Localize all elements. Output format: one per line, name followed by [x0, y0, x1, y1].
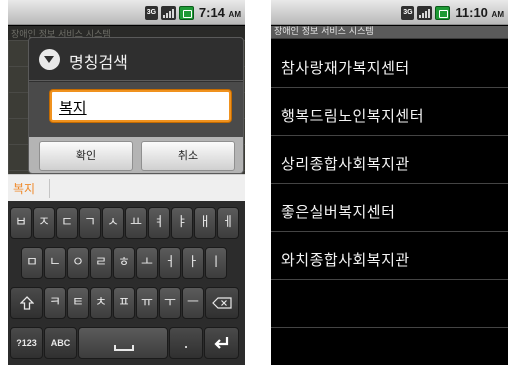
- enter-key[interactable]: [204, 327, 239, 359]
- key-row1[interactable]: ㅑ: [171, 207, 193, 239]
- status-bar: 3G 11:10 AM: [271, 0, 508, 25]
- key-row1[interactable]: ㅕ: [148, 207, 170, 239]
- results-screen: 3G 11:10 AM 장애인 정보 서비스 시스템 참사랑재가복지센터 행복드…: [271, 0, 508, 365]
- key-row1[interactable]: ㅔ: [217, 207, 239, 239]
- key-row2[interactable]: ㄴ: [44, 247, 66, 279]
- space-bar-icon: [114, 349, 134, 351]
- key-row1[interactable]: ㅈ: [33, 207, 55, 239]
- enter-arrow-icon: [213, 337, 228, 349]
- key-row2[interactable]: ㅁ: [21, 247, 43, 279]
- app-title: 장애인 정보 서비스 시스템: [274, 27, 374, 37]
- status-bar: 3G 7:14 AM: [8, 0, 245, 25]
- key-row1[interactable]: ㄱ: [79, 207, 101, 239]
- search-dialog: 명칭검색 복지 확인 취소: [28, 37, 244, 174]
- suggestion-word[interactable]: 복지: [13, 180, 35, 197]
- shift-key[interactable]: [10, 287, 43, 319]
- dialog-body: 복지 확인 취소: [29, 82, 243, 173]
- battery-icon: [178, 5, 194, 20]
- status-clock: 7:14 AM: [198, 5, 241, 20]
- soft-keyboard: ㅂ ㅈ ㄷ ㄱ ㅅ ㅛ ㅕ ㅑ ㅐ ㅔ ㅁ ㄴ ㅇ ㄹ ㅎ ㅗ ㅓ ㅏ ㅣ ㅋ …: [8, 201, 245, 365]
- list-item[interactable]: 참사랑재가복지센터: [271, 40, 508, 88]
- list-item[interactable]: 상리종합사회복지관: [271, 136, 508, 184]
- signal-icon: [160, 5, 176, 20]
- period-key[interactable]: .: [169, 327, 203, 359]
- key-row3[interactable]: ㅊ: [90, 287, 112, 319]
- 3g-icon: 3G: [144, 5, 158, 20]
- suggestion-strip: 복지: [8, 174, 245, 201]
- list-item[interactable]: 좋은실버복지센터: [271, 184, 508, 232]
- key-row2[interactable]: ㅓ: [159, 247, 181, 279]
- search-input[interactable]: 복지: [50, 90, 231, 122]
- key-row1[interactable]: ㅛ: [125, 207, 147, 239]
- key-row2[interactable]: ㅗ: [136, 247, 158, 279]
- 3g-icon: 3G: [401, 5, 415, 20]
- app-title-bar: 장애인 정보 서비스 시스템: [271, 26, 508, 39]
- search-input-value: 복지: [59, 99, 87, 117]
- backspace-key[interactable]: [205, 287, 239, 319]
- numeric-mode-key[interactable]: ?123: [10, 327, 43, 359]
- cancel-button[interactable]: 취소: [141, 141, 235, 171]
- empty-list-row: [271, 280, 508, 328]
- status-clock: 11:10 AM: [455, 5, 504, 20]
- key-row2[interactable]: ㄹ: [90, 247, 112, 279]
- key-row1[interactable]: ㅅ: [102, 207, 124, 239]
- key-row3[interactable]: ㅡ: [182, 287, 204, 319]
- key-row3[interactable]: ㅌ: [67, 287, 89, 319]
- signal-icon: [417, 5, 433, 20]
- backspace-icon: [212, 297, 232, 309]
- dialog-title: 명칭검색: [69, 53, 128, 72]
- key-row2[interactable]: ㅏ: [182, 247, 204, 279]
- key-row3[interactable]: ㅜ: [159, 287, 181, 319]
- battery-icon: [435, 5, 451, 20]
- key-row3[interactable]: ㅋ: [44, 287, 66, 319]
- result-list: 참사랑재가복지센터 행복드림노인복지센터 상리종합사회복지관 좋은실버복지센터 …: [271, 40, 508, 328]
- list-item[interactable]: 행복드림노인복지센터: [271, 88, 508, 136]
- key-row1[interactable]: ㅐ: [194, 207, 216, 239]
- space-key[interactable]: [78, 327, 168, 359]
- key-row2[interactable]: ㅣ: [205, 247, 227, 279]
- search-screen: 3G 7:14 AM 장애인 정보 서비스 시스템 명칭검색 복지 확인 취소 …: [8, 0, 245, 365]
- confirm-button[interactable]: 확인: [39, 141, 133, 171]
- key-row2[interactable]: ㅎ: [113, 247, 135, 279]
- list-item[interactable]: 와치종합사회복지관: [271, 232, 508, 280]
- suggestion-divider: [49, 179, 50, 198]
- key-row1[interactable]: ㄷ: [56, 207, 78, 239]
- key-row1[interactable]: ㅂ: [10, 207, 32, 239]
- alpha-mode-key[interactable]: ABC: [44, 327, 77, 359]
- key-row2[interactable]: ㅇ: [67, 247, 89, 279]
- shift-arrow-icon: [18, 296, 35, 310]
- dialog-button-bar: 확인 취소: [29, 137, 243, 173]
- key-row3[interactable]: ㅍ: [113, 287, 135, 319]
- dialog-header: 명칭검색: [29, 38, 243, 81]
- dropdown-circle-icon: [39, 49, 60, 70]
- key-row3[interactable]: ㅠ: [136, 287, 158, 319]
